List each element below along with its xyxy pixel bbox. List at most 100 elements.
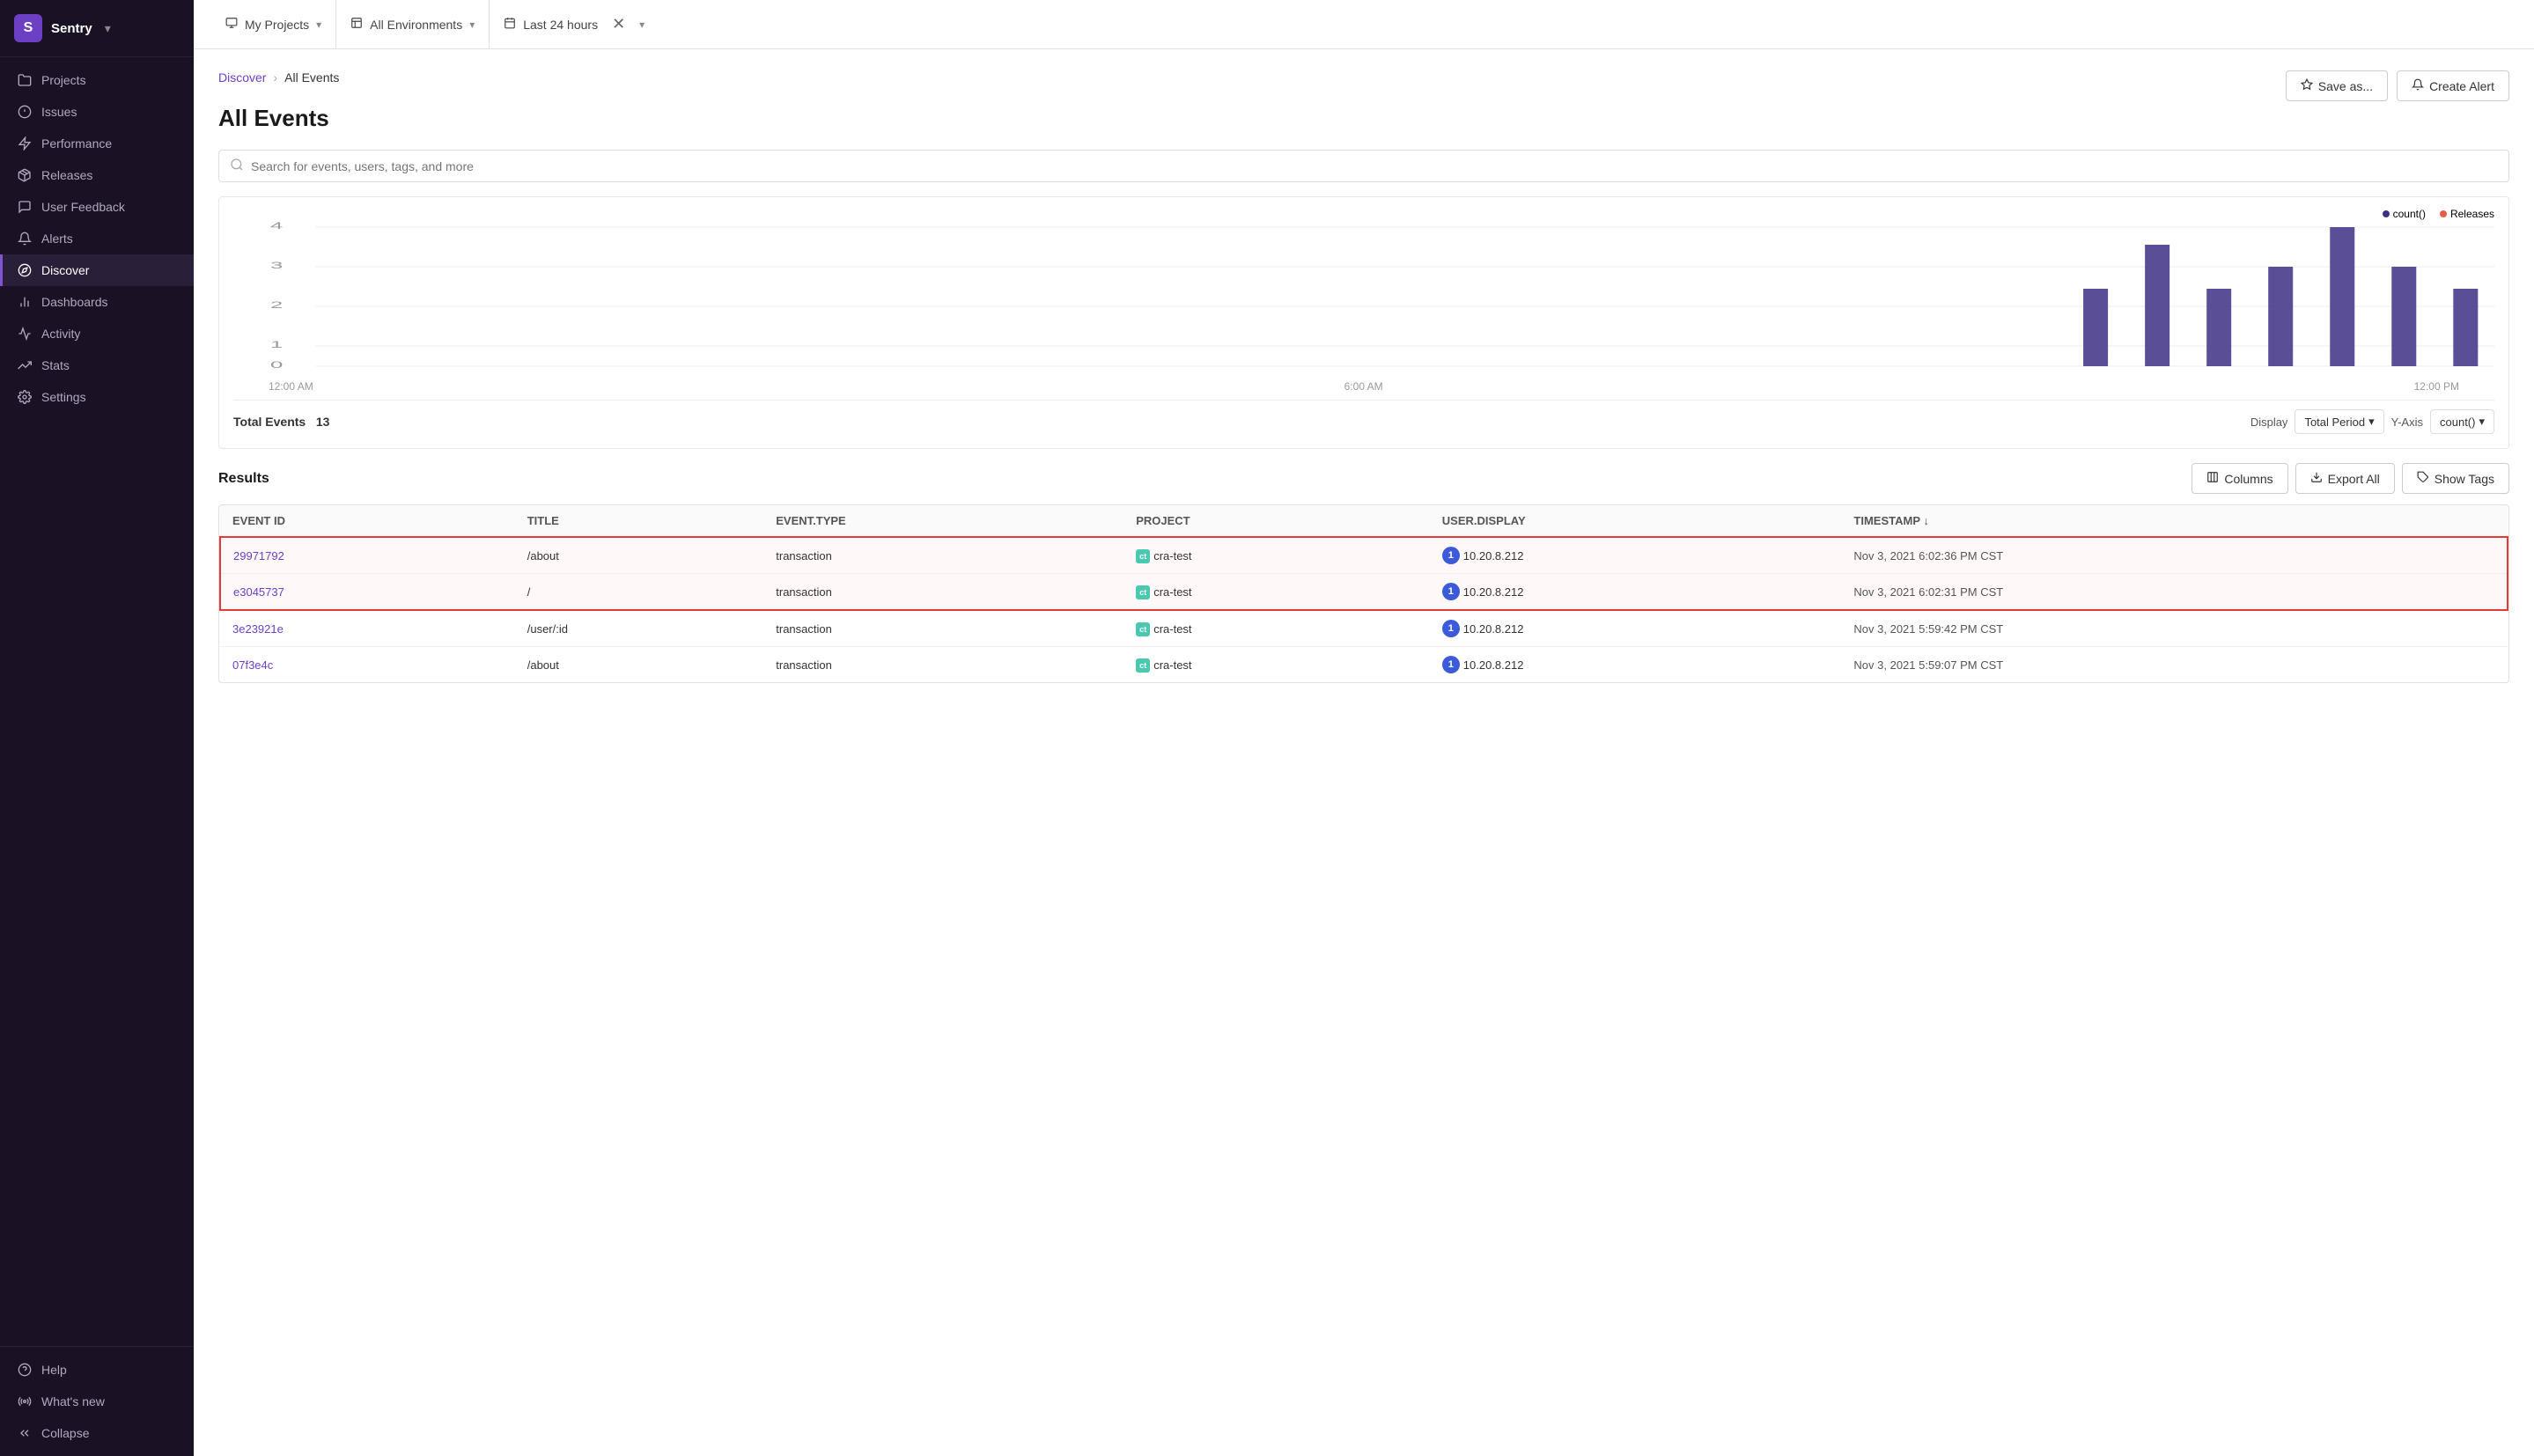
event-title: /user/:id (515, 610, 764, 647)
calendar-icon (504, 17, 516, 32)
sidebar-item-activity[interactable]: Activity (0, 318, 194, 349)
sidebar-item-alerts[interactable]: Alerts (0, 223, 194, 254)
event-id-link[interactable]: 07f3e4c (232, 658, 273, 672)
project-icon: ct (1136, 622, 1150, 636)
count-label: count() (2440, 415, 2475, 429)
event-title: /about (515, 647, 764, 683)
table-row[interactable]: 3e23921e /user/:id transaction ct cra-te… (220, 610, 2508, 647)
svg-text:1: 1 (270, 340, 283, 350)
legend-count-dot (2383, 210, 2390, 217)
event-id-link[interactable]: 29971792 (233, 549, 284, 563)
save-as-button[interactable]: Save as... (2286, 70, 2388, 101)
user-avatar: 1 (1442, 656, 1460, 673)
compass-icon (17, 262, 33, 278)
chart-container: count() Releases 4 3 2 1 0 (218, 196, 2509, 449)
sidebar-logo[interactable]: S Sentry ▾ (0, 0, 194, 57)
sentry-logo-caret: ▾ (105, 21, 111, 36)
star-icon (2301, 78, 2313, 93)
event-project: ct cra-test (1123, 537, 1430, 574)
topbar-all-environments[interactable]: All Environments ▾ (336, 0, 490, 48)
x-label-6am: 6:00 AM (1344, 380, 1383, 393)
user-avatar: 1 (1442, 547, 1460, 564)
event-timestamp: Nov 3, 2021 6:02:36 PM CST (1841, 537, 2508, 574)
th-title[interactable]: TITLE (515, 505, 764, 537)
event-user-display: 1 10.20.8.212 (1430, 574, 1842, 611)
event-user-display: 1 10.20.8.212 (1430, 647, 1842, 683)
table-header: EVENT ID TITLE EVENT.TYPE PROJECT USER.D (220, 505, 2508, 537)
sidebar-item-label-issues: Issues (41, 105, 77, 119)
user-ip: 10.20.8.212 (1463, 585, 1524, 599)
svg-text:3: 3 (270, 261, 283, 271)
breadcrumb: Discover › All Events (218, 70, 339, 85)
alert-circle-icon (17, 104, 33, 120)
sidebar-item-help[interactable]: Help (0, 1354, 194, 1386)
trending-up-icon (17, 357, 33, 373)
sidebar-item-label-performance: Performance (41, 136, 112, 151)
chevrons-left-icon (17, 1425, 33, 1441)
sidebar-item-collapse[interactable]: Collapse (0, 1417, 194, 1449)
sidebar-item-dashboards[interactable]: Dashboards (0, 286, 194, 318)
time-range-label: Last 24 hours (523, 18, 598, 32)
th-event-id[interactable]: EVENT ID (220, 505, 515, 537)
content-area: Discover › All Events Save as... Create … (194, 49, 2534, 1456)
sidebar-item-settings[interactable]: Settings (0, 381, 194, 413)
show-tags-label: Show Tags (2435, 472, 2494, 486)
export-all-button[interactable]: Export All (2295, 463, 2395, 494)
sidebar-item-user-feedback[interactable]: User Feedback (0, 191, 194, 223)
total-events: Total Events 13 (233, 415, 329, 429)
sidebar-item-stats[interactable]: Stats (0, 349, 194, 381)
sidebar-item-discover[interactable]: Discover (0, 254, 194, 286)
sidebar: S Sentry ▾ Projects Issues Performance (0, 0, 194, 1456)
sidebar-item-performance[interactable]: Performance (0, 128, 194, 159)
time-range-close[interactable]: ✕ (605, 15, 632, 33)
event-timestamp: Nov 3, 2021 5:59:42 PM CST (1841, 610, 2508, 647)
table-row[interactable]: 07f3e4c /about transaction ct cra-test 1… (220, 647, 2508, 683)
topbar-time-range[interactable]: Last 24 hours ✕ ▾ (490, 0, 659, 48)
create-alert-label: Create Alert (2429, 79, 2494, 93)
search-icon (230, 158, 244, 174)
chart-controls: Display Total Period ▾ Y-Axis count() ▾ (2250, 409, 2494, 434)
sidebar-item-whats-new[interactable]: What's new (0, 1386, 194, 1417)
th-user-display[interactable]: USER.DISPLAY (1430, 505, 1842, 537)
sidebar-item-issues[interactable]: Issues (0, 96, 194, 128)
radio-icon (17, 1393, 33, 1409)
all-environments-caret: ▾ (469, 18, 475, 31)
table-row[interactable]: e3045737 / transaction ct cra-test 1 10.… (220, 574, 2508, 611)
event-timestamp: Nov 3, 2021 5:59:07 PM CST (1841, 647, 2508, 683)
results-table: EVENT ID TITLE EVENT.TYPE PROJECT USER.D (219, 505, 2508, 682)
sidebar-item-releases[interactable]: Releases (0, 159, 194, 191)
sidebar-item-projects[interactable]: Projects (0, 64, 194, 96)
results-actions: Columns Export All Show Tags (2191, 463, 2509, 494)
results-table-wrapper: EVENT ID TITLE EVENT.TYPE PROJECT USER.D (218, 504, 2509, 683)
save-as-label: Save as... (2318, 79, 2373, 93)
total-period-label: Total Period (2304, 415, 2365, 429)
event-title: /about (515, 537, 764, 574)
table-row[interactable]: 29971792 /about transaction ct cra-test … (220, 537, 2508, 574)
legend-releases-dot (2440, 210, 2447, 217)
results-header: Results Columns Export All (218, 463, 2509, 494)
columns-button[interactable]: Columns (2191, 463, 2287, 494)
columns-icon (2206, 471, 2219, 486)
total-period-dropdown[interactable]: Total Period ▾ (2295, 409, 2383, 434)
project-icon: ct (1136, 585, 1150, 599)
chart-x-labels: 12:00 AM 6:00 AM 12:00 PM (233, 380, 2494, 393)
count-dropdown[interactable]: count() ▾ (2430, 409, 2494, 434)
bell-icon (17, 231, 33, 246)
create-alert-button[interactable]: Create Alert (2397, 70, 2509, 101)
topbar-my-projects[interactable]: My Projects ▾ (211, 0, 336, 48)
th-timestamp[interactable]: TIMESTAMP ↓ (1841, 505, 2508, 537)
user-ip: 10.20.8.212 (1463, 658, 1524, 672)
chart-svg: 4 3 2 1 0 (233, 218, 2494, 377)
event-id-link[interactable]: 3e23921e (232, 622, 284, 636)
th-project[interactable]: PROJECT (1123, 505, 1430, 537)
breadcrumb-discover-link[interactable]: Discover (218, 70, 266, 85)
show-tags-button[interactable]: Show Tags (2402, 463, 2509, 494)
page-header-row: Discover › All Events Save as... Create … (218, 70, 2509, 101)
alert-bell-icon (2412, 78, 2424, 93)
th-event-type[interactable]: EVENT.TYPE (763, 505, 1123, 537)
search-input[interactable] (251, 159, 2498, 173)
event-user-display: 1 10.20.8.212 (1430, 610, 1842, 647)
time-range-caret: ▾ (639, 18, 645, 31)
event-id-link[interactable]: e3045737 (233, 585, 284, 599)
page-title: All Events (218, 105, 2509, 132)
